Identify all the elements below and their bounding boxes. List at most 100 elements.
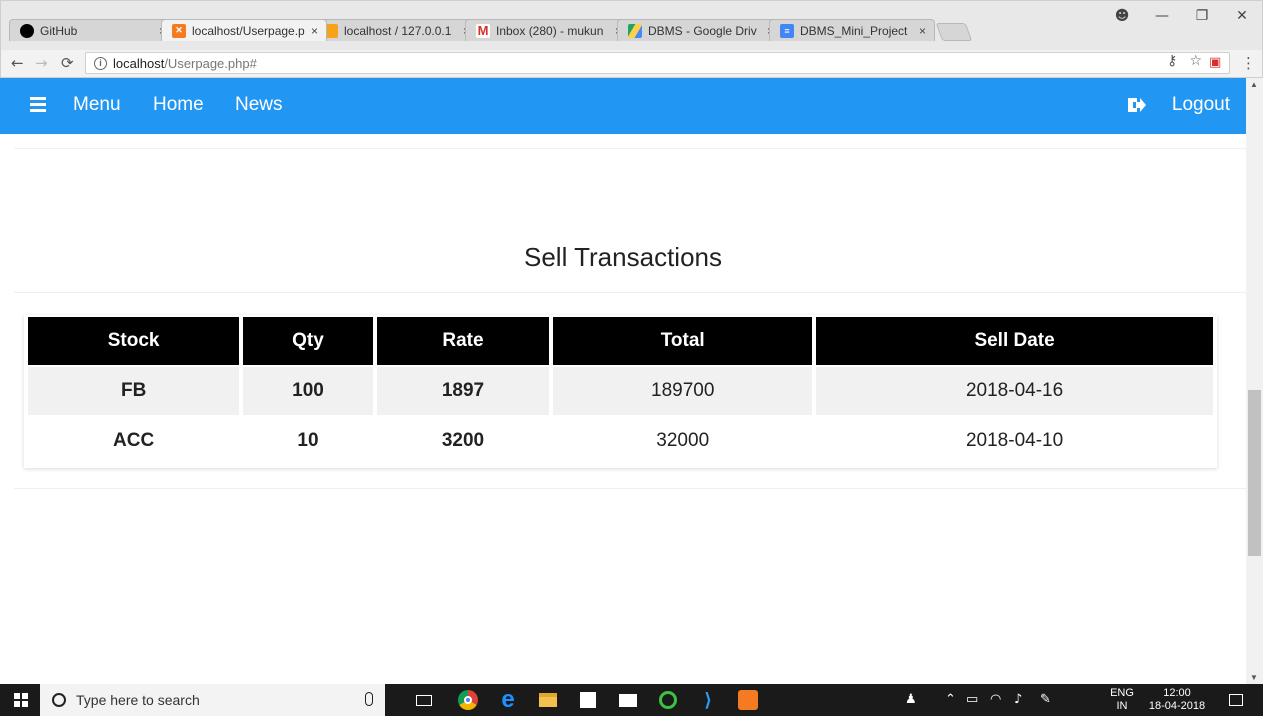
- vertical-scrollbar[interactable]: ▲ ▼: [1246, 78, 1263, 684]
- github-icon: [20, 23, 34, 38]
- divider: [14, 148, 1246, 149]
- tab-phpmyadmin[interactable]: localhost / 127.0.0.1 ×: [313, 19, 479, 41]
- lang-bottom: IN: [1116, 700, 1128, 712]
- home-link[interactable]: Home: [153, 94, 204, 116]
- cell-total: 32000: [553, 417, 813, 465]
- tab-gmail[interactable]: M Inbox (280) - mukun ×: [465, 19, 631, 41]
- url-path: /Userpage.php#: [164, 55, 257, 71]
- gmail-icon: M: [476, 23, 490, 38]
- tab-google-drive[interactable]: DBMS - Google Driv ×: [617, 19, 783, 41]
- scroll-up-icon[interactable]: ▲: [1250, 80, 1258, 89]
- app-ring-icon[interactable]: [656, 688, 680, 712]
- url-host: localhost: [113, 55, 165, 71]
- new-tab-button[interactable]: [935, 23, 973, 41]
- forward-icon[interactable]: →: [35, 54, 48, 72]
- close-icon[interactable]: ×: [919, 24, 926, 38]
- header-sell-date: Sell Date: [816, 317, 1213, 365]
- volume-icon[interactable]: ♪: [1014, 692, 1022, 707]
- info-icon[interactable]: i: [94, 56, 107, 70]
- xampp-icon: ✕: [172, 23, 186, 38]
- browser-tab-strip: GitHub × ✕ localhost/Userpage.p × localh…: [0, 0, 1263, 50]
- google-docs-icon: ≡: [780, 23, 794, 38]
- cortana-icon: [52, 693, 66, 707]
- table-row: FB 100 1897 189700 2018-04-16: [28, 367, 1213, 415]
- close-icon[interactable]: ×: [311, 24, 318, 38]
- pen-icon[interactable]: ✎: [1040, 692, 1051, 707]
- cell-sell-date: 2018-04-16: [816, 367, 1213, 415]
- clock-time: 12:00: [1163, 687, 1191, 699]
- tab-github[interactable]: GitHub ×: [9, 19, 175, 41]
- people-icon[interactable]: ♟: [905, 692, 917, 707]
- header-rate: Rate: [376, 317, 550, 365]
- scrollbar-thumb[interactable]: [1248, 390, 1261, 556]
- show-hidden-icons[interactable]: ⌃: [945, 692, 956, 707]
- site-navbar: Menu Home News Logout: [0, 78, 1246, 134]
- cell-sell-date: 2018-04-10: [816, 417, 1213, 465]
- microphone-icon[interactable]: [365, 692, 373, 706]
- windows-taskbar: Type here to search e ⟩ ♟ ⌃ ▭ ◠ ♪ ✎ ENG …: [0, 684, 1263, 716]
- reload-icon[interactable]: ⟳: [61, 54, 74, 72]
- table-row: ACC 10 3200 32000 2018-04-10: [28, 417, 1213, 465]
- header-stock: Stock: [28, 317, 240, 365]
- mail-icon[interactable]: [616, 688, 640, 712]
- tab-userpage[interactable]: ✕ localhost/Userpage.p ×: [161, 19, 327, 41]
- menu-link[interactable]: Menu: [73, 94, 121, 116]
- close-window-icon[interactable]: ✕: [1222, 8, 1262, 24]
- logout-link[interactable]: Logout: [1172, 94, 1230, 116]
- wifi-icon[interactable]: ◠: [990, 692, 1001, 707]
- cell-stock: ACC: [28, 417, 240, 465]
- cell-rate: 1897: [376, 367, 550, 415]
- edge-icon[interactable]: e: [496, 686, 520, 713]
- clock-date: 18-04-2018: [1148, 700, 1206, 712]
- tab-label: localhost/Userpage.p: [192, 23, 305, 38]
- minimize-icon[interactable]: —: [1142, 8, 1182, 24]
- back-icon[interactable]: ←: [11, 54, 24, 72]
- cell-qty: 100: [243, 367, 373, 415]
- xampp-taskbar-icon[interactable]: [736, 688, 760, 712]
- chrome-menu-icon[interactable]: ⋮: [1241, 54, 1256, 72]
- header-qty: Qty: [243, 317, 373, 365]
- key-icon[interactable]: ⚷: [1167, 53, 1177, 69]
- windows-start-icon[interactable]: [14, 693, 28, 707]
- sell-transactions-table: Stock Qty Rate Total Sell Date FB 100 18…: [24, 315, 1217, 467]
- tab-label: GitHub: [40, 23, 78, 38]
- window-controls: ☻ — ❐ ✕: [1102, 1, 1262, 31]
- google-drive-icon: [628, 23, 642, 38]
- tab-label: DBMS_Mini_Project: [800, 23, 908, 38]
- notification-icon[interactable]: [1224, 688, 1248, 712]
- hamburger-icon[interactable]: [30, 97, 46, 113]
- search-placeholder: Type here to search: [76, 692, 200, 708]
- tab-label: localhost / 127.0.0.1: [344, 23, 452, 38]
- tab-label: DBMS - Google Driv: [648, 23, 757, 38]
- scroll-down-icon[interactable]: ▼: [1250, 673, 1258, 682]
- logout-icon[interactable]: [1126, 96, 1146, 114]
- divider: [14, 292, 1246, 293]
- vscode-icon[interactable]: ⟩: [696, 688, 720, 712]
- news-link[interactable]: News: [235, 94, 283, 116]
- cell-rate: 3200: [376, 417, 550, 465]
- divider: [14, 488, 1246, 489]
- page-title: Sell Transactions: [524, 242, 722, 272]
- language-indicator[interactable]: ENG IN: [1108, 687, 1136, 713]
- task-view-icon[interactable]: [412, 688, 436, 712]
- tab-list: GitHub × ✕ localhost/Userpage.p × localh…: [9, 19, 973, 41]
- extension-icon[interactable]: ▣: [1209, 55, 1221, 70]
- url-input[interactable]: i localhost/Userpage.php#: [85, 52, 1230, 74]
- restore-icon[interactable]: ❐: [1182, 8, 1222, 24]
- tab-google-docs[interactable]: ≡ DBMS_Mini_Project ×: [769, 19, 935, 41]
- store-icon[interactable]: [576, 688, 600, 712]
- omnibox-icons: ⚷ ☆: [1167, 53, 1202, 69]
- taskbar-search-input[interactable]: Type here to search: [40, 684, 385, 716]
- tab-label: Inbox (280) - mukun: [496, 23, 604, 38]
- lang-top: ENG: [1110, 687, 1134, 699]
- clock[interactable]: 12:00 18-04-2018: [1144, 687, 1210, 713]
- battery-icon[interactable]: ▭: [966, 692, 978, 707]
- transactions-table-container: Stock Qty Rate Total Sell Date FB 100 18…: [24, 315, 1217, 468]
- bookmark-star-icon[interactable]: ☆: [1189, 53, 1202, 69]
- address-bar-row: ← → ⟳ i localhost/Userpage.php# ⚷ ☆ ▣ ⋮: [0, 50, 1263, 78]
- file-explorer-icon[interactable]: [536, 688, 560, 712]
- profile-icon[interactable]: ☻: [1102, 8, 1142, 24]
- chrome-icon[interactable]: [456, 688, 480, 712]
- cell-qty: 10: [243, 417, 373, 465]
- header-total: Total: [553, 317, 813, 365]
